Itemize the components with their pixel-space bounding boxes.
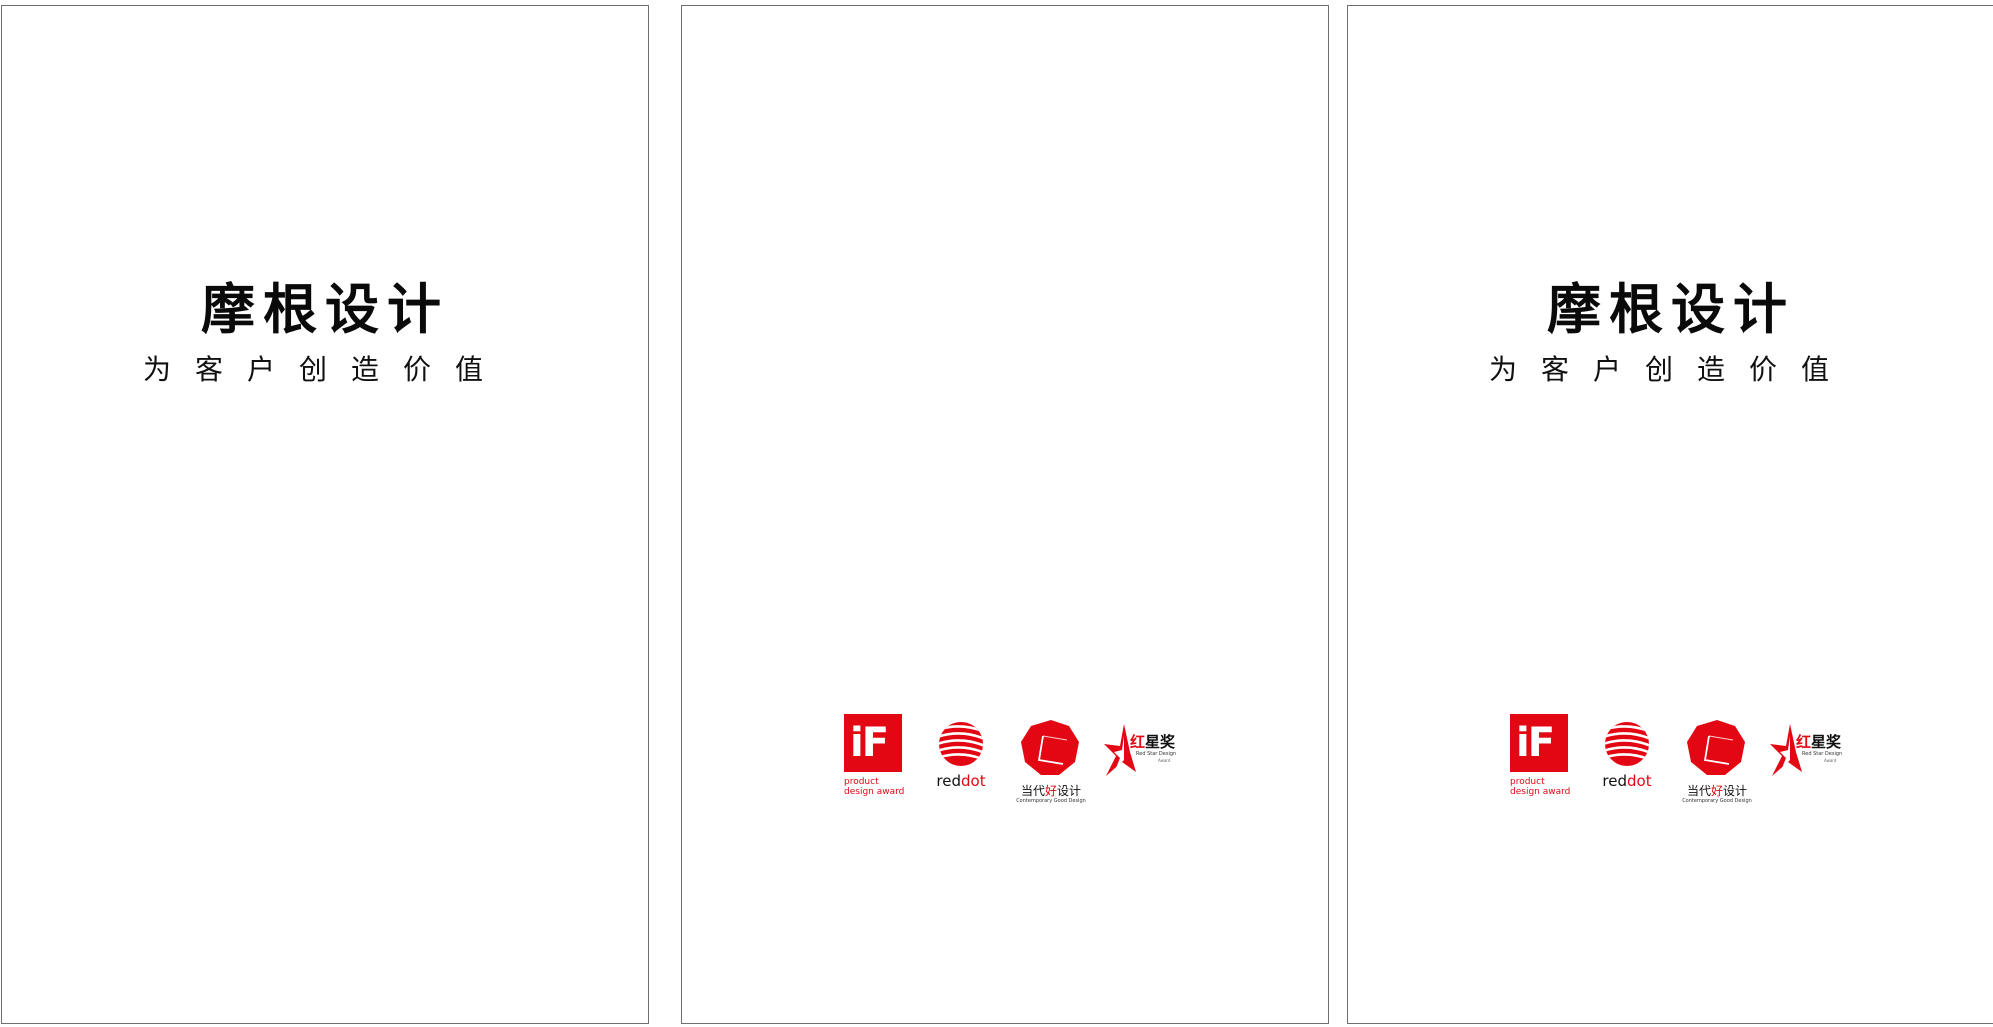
- good-design-logo-icon: [1687, 720, 1745, 775]
- brand-title: 摩根设计: [1547, 278, 1795, 341]
- slogan-char: 户: [1592, 353, 1645, 386]
- slogan-char: 户: [246, 353, 299, 386]
- slogan-char: 值: [1801, 353, 1854, 386]
- red-star-subtitle2: Award: [1158, 758, 1171, 763]
- red-star-title: 红星奖: [1796, 733, 1842, 751]
- reddot-wordmark: reddot: [1602, 772, 1652, 790]
- if-logo-mark: iF: [1516, 720, 1555, 766]
- good-design-caption: 当代好设计: [1686, 784, 1748, 798]
- slogan-char: 为: [142, 353, 195, 386]
- reddot-wordmark: reddot: [936, 772, 986, 790]
- brand-title: 摩根设计: [201, 278, 449, 341]
- slogan-char: 为: [1488, 353, 1541, 386]
- page-brand-left: 摩根设计 为客户创造价值: [1, 5, 649, 1024]
- brand-block: 摩根设计 为客户创造价值: [1348, 278, 1993, 388]
- red-star-subtitle2: Award: [1824, 758, 1837, 763]
- if-caption-line1: product: [844, 777, 879, 787]
- if-logo-icon: iF: [844, 714, 902, 772]
- good-design-caption: 当代好设计: [1020, 784, 1082, 798]
- award-reddot: reddot: [931, 720, 991, 790]
- award-red-star: 红星奖 Red Star Design Award: [1102, 722, 1182, 782]
- award-good-design: 当代好设计 Contemporary Good Design: [1679, 718, 1755, 804]
- if-caption-line2: design award: [844, 787, 905, 797]
- slogan-char: 值: [455, 353, 508, 386]
- award-reddot: reddot: [1597, 720, 1657, 790]
- reddot-logo-icon: [1605, 722, 1649, 766]
- brand-block: 摩根设计 为客户创造价值: [2, 278, 648, 388]
- if-caption: product design award: [844, 777, 924, 797]
- page-awards: iF product design award reddot 当代好设计 Con…: [681, 5, 1329, 1024]
- brand-slogan: 为客户创造价值: [1348, 352, 1993, 388]
- brand-slogan: 为客户创造价值: [2, 352, 648, 388]
- page-brand-awards: 摩根设计 为客户创造价值 iF product design award red…: [1347, 5, 1993, 1024]
- good-design-caption-en: Contemporary Good Design: [1016, 798, 1086, 804]
- awards-row: iF product design award reddot 当代好设计 Con…: [1348, 714, 1993, 806]
- award-good-design: 当代好设计 Contemporary Good Design: [1013, 718, 1089, 804]
- slogan-char: 造: [351, 353, 404, 386]
- red-star-title: 红星奖: [1130, 733, 1176, 751]
- award-if: iF product design award: [1510, 714, 1590, 797]
- if-caption-line1: product: [1510, 777, 1545, 787]
- slogan-char: 客: [194, 353, 247, 386]
- award-red-star: 红星奖 Red Star Design Award: [1768, 722, 1848, 782]
- slogan-char: 价: [1749, 353, 1802, 386]
- if-logo-mark: iF: [850, 720, 889, 766]
- slogan-char: 创: [1644, 353, 1697, 386]
- if-caption-line2: design award: [1510, 787, 1571, 797]
- slogan-char: 价: [403, 353, 456, 386]
- slogan-char: 客: [1540, 353, 1593, 386]
- red-star-subtitle: Red Star Design: [1802, 751, 1843, 757]
- awards-row: iF product design award reddot 当代好设计 Con…: [682, 714, 1328, 806]
- good-design-logo-icon: [1021, 720, 1079, 775]
- slogan-char: 创: [298, 353, 351, 386]
- award-if: iF product design award: [844, 714, 924, 797]
- if-logo-icon: iF: [1510, 714, 1568, 772]
- if-caption: product design award: [1510, 777, 1590, 797]
- red-star-subtitle: Red Star Design: [1136, 751, 1177, 757]
- reddot-logo-icon: [939, 722, 983, 766]
- slogan-char: 造: [1697, 353, 1750, 386]
- good-design-caption-en: Contemporary Good Design: [1682, 798, 1752, 804]
